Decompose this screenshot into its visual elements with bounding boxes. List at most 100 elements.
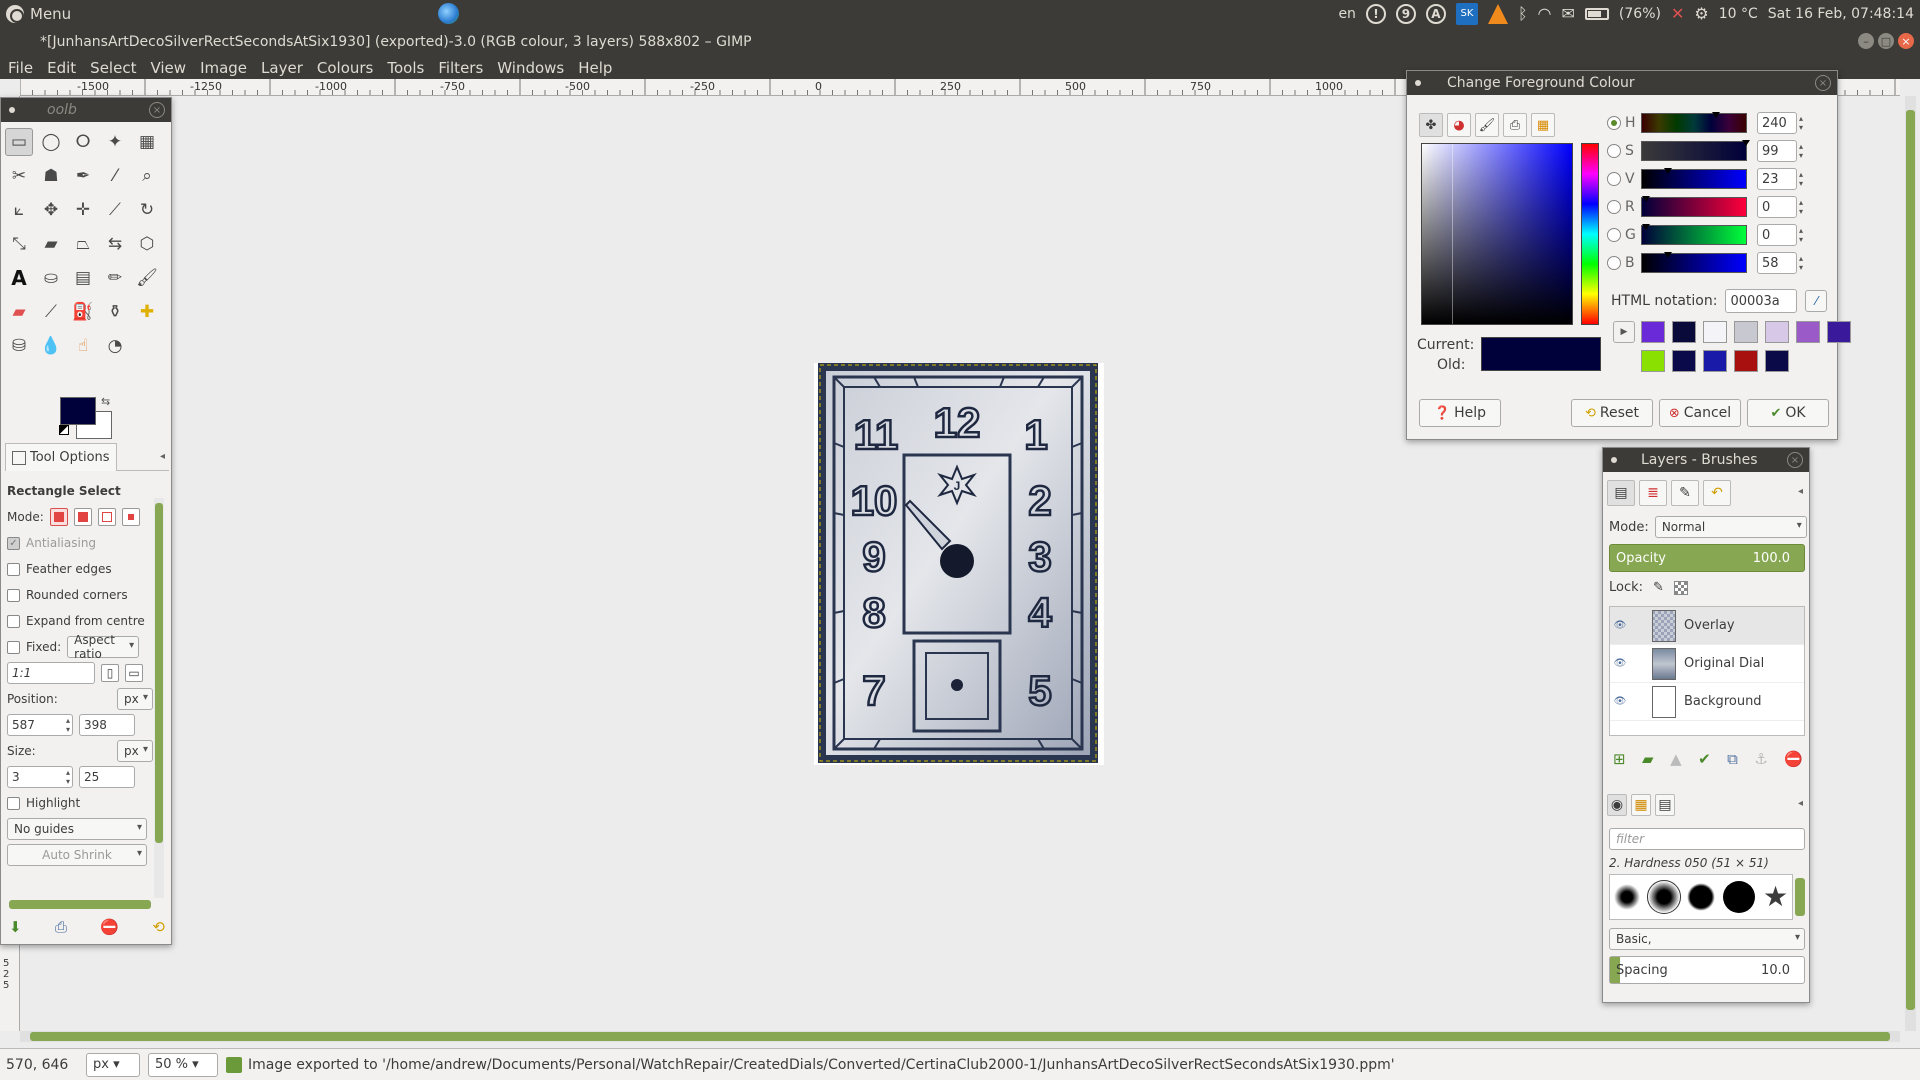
history-color-swatch[interactable]: [1734, 321, 1758, 343]
add-to-history-icon[interactable]: ▶: [1613, 321, 1635, 343]
tool-options-scrollbar[interactable]: [154, 498, 164, 898]
history-color-swatch[interactable]: [1641, 321, 1665, 343]
text-tool-icon[interactable]: A: [5, 264, 33, 292]
channel-r-radio[interactable]: [1607, 200, 1621, 214]
info-icon[interactable]: !: [1365, 3, 1386, 24]
saturation-value-square[interactable]: [1421, 143, 1573, 325]
channel-g-slider[interactable]: [1641, 224, 1747, 245]
tab-layers-icon[interactable]: ▤: [1607, 480, 1635, 506]
perspective-tool-icon[interactable]: ⏢: [69, 230, 97, 258]
visibility-eye-icon[interactable]: 👁: [1610, 696, 1630, 707]
cmyk-selector-icon[interactable]: ◕: [1447, 113, 1471, 137]
hue-strip[interactable]: [1581, 143, 1599, 325]
tab-paths-icon[interactable]: ✎: [1671, 480, 1699, 506]
channel-h-radio[interactable]: [1607, 116, 1621, 130]
brush-item[interactable]: [1723, 881, 1756, 913]
scissors-tool-icon[interactable]: ✂: [5, 162, 33, 190]
tab-menu-icon[interactable]: ◂: [1798, 798, 1803, 809]
channel-h-field[interactable]: 240: [1757, 112, 1797, 134]
bluetooth-icon[interactable]: ᛒ: [1518, 5, 1528, 22]
expand-row[interactable]: Expand from centre: [7, 608, 153, 634]
heal-tool-icon[interactable]: ✚: [133, 298, 161, 326]
new-layer-icon[interactable]: ⊞: [1613, 750, 1626, 768]
rounded-corners-checkbox[interactable]: [7, 588, 20, 602]
zoom-select[interactable]: 50 % ▾: [148, 1052, 218, 1077]
aspect-ratio-field[interactable]: 1:1: [7, 662, 95, 684]
lock-alpha-icon[interactable]: [1673, 580, 1688, 595]
mode-intersect-button[interactable]: [121, 508, 140, 526]
tab-gradients-icon[interactable]: ▤: [1655, 794, 1675, 816]
anchor-layer-icon[interactable]: ⚓: [1754, 750, 1767, 768]
stepper-icon[interactable]: ▴ ▾: [1799, 198, 1803, 216]
settings-gear-icon[interactable]: ⚙: [1694, 5, 1708, 22]
channel-r-field[interactable]: 0: [1757, 196, 1797, 218]
spacing-slider[interactable]: Spacing 10.0: [1609, 956, 1805, 984]
star-brush-icon[interactable]: ★: [1763, 883, 1788, 911]
ellipse-select-tool-icon[interactable]: ◯: [37, 128, 65, 156]
history-color-swatch[interactable]: [1641, 350, 1665, 372]
lower-layer-icon[interactable]: ✔: [1698, 750, 1711, 768]
clock[interactable]: Sat 16 Feb, 07:48:14: [1768, 6, 1914, 22]
paintbrush-tool-icon[interactable]: 🖌: [133, 264, 161, 292]
panel-menu-icon[interactable]: [1415, 80, 1421, 86]
new-layer-group-icon[interactable]: ▰: [1642, 750, 1654, 768]
stepper-icon[interactable]: ▴ ▾: [1799, 114, 1803, 132]
system-menu-button[interactable]: Menu: [6, 4, 71, 23]
restore-options-icon[interactable]: ⎙: [55, 918, 67, 936]
minimize-button[interactable]: –: [1858, 33, 1874, 49]
menu-colours[interactable]: Colours: [317, 59, 373, 77]
history-color-swatch[interactable]: [1672, 350, 1696, 372]
channel-v-slider[interactable]: [1641, 168, 1747, 189]
mail-icon[interactable]: ✉: [1562, 5, 1575, 22]
wifi-icon[interactable]: ◠: [1538, 5, 1552, 22]
tab-patterns-icon[interactable]: ▦: [1631, 794, 1651, 816]
bucket-fill-tool-icon[interactable]: ⛀: [37, 264, 65, 292]
layers-dialog-titlebar[interactable]: Layers - Brushes ×: [1603, 448, 1809, 472]
layer-row-background[interactable]: 👁 Background: [1610, 683, 1804, 721]
blur-tool-icon[interactable]: 💧: [37, 332, 65, 360]
horizontal-scroll-thumb[interactable]: [30, 1032, 1890, 1041]
palette-selector-icon[interactable]: ▦: [1531, 113, 1555, 137]
reset-colors-icon[interactable]: [59, 425, 69, 435]
channel-b-radio[interactable]: [1607, 256, 1621, 270]
layer-row-overlay[interactable]: 👁 Overlay: [1610, 607, 1804, 645]
select-by-color-tool-icon[interactable]: ▦: [133, 128, 161, 156]
position-x-field[interactable]: 587 ▴ ▾: [7, 714, 73, 736]
stepper-icon[interactable]: ▴ ▾: [1799, 170, 1803, 188]
layer-mode-select[interactable]: Normal: [1654, 516, 1807, 538]
channel-s-slider[interactable]: [1641, 140, 1750, 161]
paths-tool-icon[interactable]: ✒: [69, 162, 97, 190]
history-color-swatch[interactable]: [1672, 321, 1696, 343]
fuzzy-select-tool-icon[interactable]: ✦: [101, 128, 129, 156]
eyedropper-icon[interactable]: ⁄: [1805, 290, 1828, 312]
menu-tools[interactable]: Tools: [387, 59, 424, 77]
ink-tool-icon[interactable]: ⛽: [69, 298, 97, 326]
tool-options-scroll-thumb[interactable]: [155, 503, 163, 843]
html-notation-input[interactable]: 00003a: [1725, 289, 1798, 313]
swap-colors-icon[interactable]: ⇆: [101, 395, 110, 408]
menu-layer[interactable]: Layer: [261, 59, 303, 77]
close-window-button[interactable]: ×: [1898, 33, 1914, 49]
expand-from-centre-checkbox[interactable]: [7, 614, 20, 628]
stepper-icon[interactable]: ▴ ▾: [1799, 142, 1803, 160]
dial-image[interactable]: 11 12 1 10 2 9 3 8 4 7 5 J: [814, 363, 1104, 765]
dodge-burn-tool-icon[interactable]: ◔: [101, 332, 129, 360]
flip-tool-icon[interactable]: ⇆: [101, 230, 129, 258]
brush-item[interactable]: [1613, 884, 1640, 910]
channel-g-field[interactable]: 0: [1757, 224, 1797, 246]
antialiasing-checkbox[interactable]: [7, 536, 20, 550]
skype-icon[interactable]: SK: [1455, 2, 1478, 25]
airbrush-tool-icon[interactable]: ⟋: [37, 298, 65, 326]
position-y-field[interactable]: 398: [79, 714, 135, 736]
battery-icon[interactable]: [1584, 7, 1609, 20]
tab-tool-options[interactable]: Tool Options: [5, 443, 117, 471]
position-unit-select[interactable]: px: [117, 688, 153, 710]
highlight-row[interactable]: Highlight: [7, 790, 153, 816]
panel-menu-icon[interactable]: [1611, 457, 1617, 463]
visibility-eye-icon[interactable]: 👁: [1610, 620, 1630, 631]
shear-tool-icon[interactable]: ▰: [37, 230, 65, 258]
tab-menu-icon[interactable]: ◂: [1798, 486, 1803, 497]
menu-file[interactable]: File: [8, 59, 33, 77]
opacity-slider[interactable]: Opacity 100.0: [1609, 544, 1805, 572]
brush-item[interactable]: [1687, 883, 1716, 911]
